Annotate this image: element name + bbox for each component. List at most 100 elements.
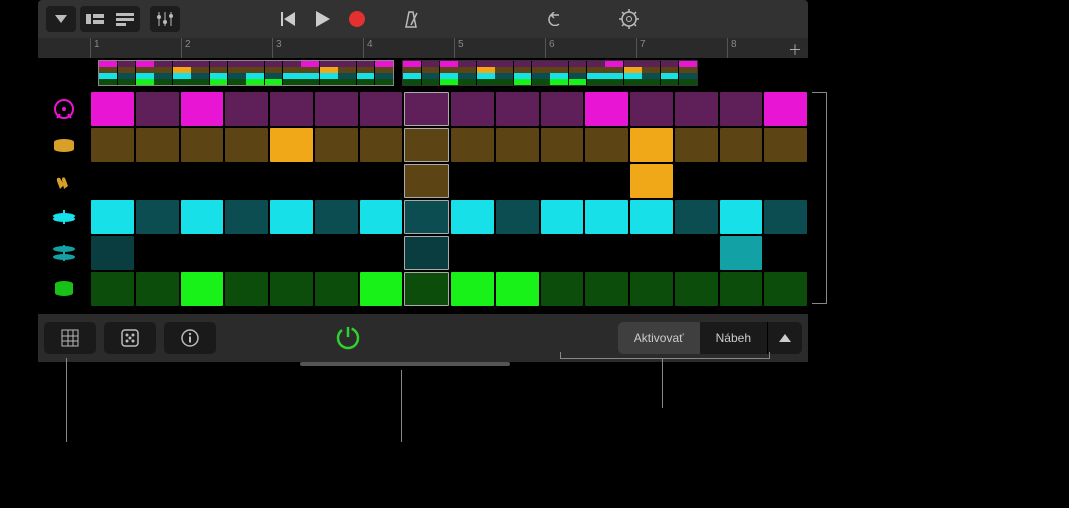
step-cell[interactable]	[496, 200, 539, 234]
step-cell[interactable]	[585, 92, 628, 126]
step-cell[interactable]	[91, 92, 134, 126]
step-cell[interactable]	[91, 236, 134, 270]
step-cell[interactable]	[91, 200, 134, 234]
power-button[interactable]	[334, 324, 362, 352]
step-cell[interactable]	[630, 200, 673, 234]
step-cell[interactable]	[404, 236, 449, 270]
mixer-button[interactable]	[150, 6, 180, 32]
step-cell[interactable]	[496, 164, 539, 198]
play-button[interactable]	[308, 6, 338, 32]
step-cell[interactable]	[496, 92, 539, 126]
step-cell[interactable]	[764, 200, 807, 234]
step-cell[interactable]	[720, 200, 763, 234]
step-cell[interactable]	[541, 92, 584, 126]
step-cell[interactable]	[270, 236, 313, 270]
activate-button[interactable]: Aktivovať	[618, 322, 700, 354]
step-cell[interactable]	[451, 128, 494, 162]
step-cell[interactable]	[181, 164, 224, 198]
step-cell[interactable]	[630, 236, 673, 270]
settings-button[interactable]	[614, 6, 644, 32]
step-cell[interactable]	[91, 128, 134, 162]
step-cell[interactable]	[360, 236, 403, 270]
step-cell[interactable]	[225, 200, 268, 234]
step-cell[interactable]	[136, 272, 179, 306]
swing-slider[interactable]	[300, 362, 510, 366]
timeline-ruler[interactable]: 12345678 ＋	[38, 38, 808, 58]
step-cell[interactable]	[630, 92, 673, 126]
step-cell[interactable]	[541, 200, 584, 234]
step-cell[interactable]	[315, 164, 358, 198]
step-cell[interactable]	[675, 128, 718, 162]
arrangement-overview[interactable]	[98, 60, 698, 86]
step-cell[interactable]	[764, 164, 807, 198]
step-cell[interactable]	[404, 200, 449, 234]
view-regions-button[interactable]	[110, 6, 140, 32]
step-cell[interactable]	[360, 128, 403, 162]
kick-icon[interactable]	[38, 98, 90, 120]
step-cell[interactable]	[630, 164, 673, 198]
step-cell[interactable]	[225, 272, 268, 306]
step-cell[interactable]	[404, 128, 449, 162]
step-cell[interactable]	[136, 236, 179, 270]
info-button[interactable]	[164, 322, 216, 354]
step-cell[interactable]	[404, 92, 449, 126]
step-cell[interactable]	[181, 200, 224, 234]
step-cell[interactable]	[451, 272, 494, 306]
step-cell[interactable]	[764, 92, 807, 126]
step-cell[interactable]	[270, 200, 313, 234]
step-cell[interactable]	[496, 236, 539, 270]
step-cell[interactable]	[496, 128, 539, 162]
step-cell[interactable]	[675, 164, 718, 198]
step-cell[interactable]	[315, 236, 358, 270]
step-cell[interactable]	[675, 272, 718, 306]
step-cell[interactable]	[764, 236, 807, 270]
step-cell[interactable]	[181, 236, 224, 270]
step-cell[interactable]	[764, 128, 807, 162]
clap-icon[interactable]	[38, 171, 90, 191]
step-cell[interactable]	[720, 92, 763, 126]
randomize-button[interactable]	[104, 322, 156, 354]
step-cell[interactable]	[360, 164, 403, 198]
step-cell[interactable]	[451, 164, 494, 198]
expand-arrow-button[interactable]	[767, 322, 802, 354]
step-cell[interactable]	[496, 272, 539, 306]
step-cell[interactable]	[675, 236, 718, 270]
step-cell[interactable]	[181, 128, 224, 162]
hihat-closed-icon[interactable]	[38, 210, 90, 224]
step-cell[interactable]	[585, 164, 628, 198]
step-cell[interactable]	[585, 128, 628, 162]
step-cell[interactable]	[720, 128, 763, 162]
metronome-button[interactable]	[396, 6, 426, 32]
step-cell[interactable]	[720, 164, 763, 198]
step-cell[interactable]	[270, 272, 313, 306]
step-cell[interactable]	[136, 164, 179, 198]
undo-button[interactable]	[540, 6, 570, 32]
step-cell[interactable]	[541, 272, 584, 306]
step-cell[interactable]	[315, 92, 358, 126]
step-cell[interactable]	[404, 272, 449, 306]
step-cell[interactable]	[136, 92, 179, 126]
step-cell[interactable]	[585, 236, 628, 270]
view-tracks-button[interactable]	[80, 6, 110, 32]
step-cell[interactable]	[315, 272, 358, 306]
step-cell[interactable]	[451, 200, 494, 234]
step-cell[interactable]	[136, 128, 179, 162]
step-cell[interactable]	[541, 128, 584, 162]
step-cell[interactable]	[91, 164, 134, 198]
step-cell[interactable]	[181, 272, 224, 306]
add-section-icon[interactable]: ＋	[788, 40, 802, 58]
step-cell[interactable]	[270, 92, 313, 126]
tom-icon[interactable]	[38, 280, 90, 298]
step-cell[interactable]	[91, 272, 134, 306]
step-cell[interactable]	[675, 92, 718, 126]
fill-button[interactable]: Nábeh	[700, 322, 767, 354]
step-cell[interactable]	[541, 236, 584, 270]
step-cell[interactable]	[181, 92, 224, 126]
step-cell[interactable]	[315, 200, 358, 234]
step-cell[interactable]	[451, 236, 494, 270]
menu-dropdown[interactable]	[46, 6, 76, 32]
step-cell[interactable]	[675, 200, 718, 234]
step-cell[interactable]	[585, 272, 628, 306]
hihat-open-icon[interactable]	[38, 245, 90, 261]
step-cell[interactable]	[541, 164, 584, 198]
